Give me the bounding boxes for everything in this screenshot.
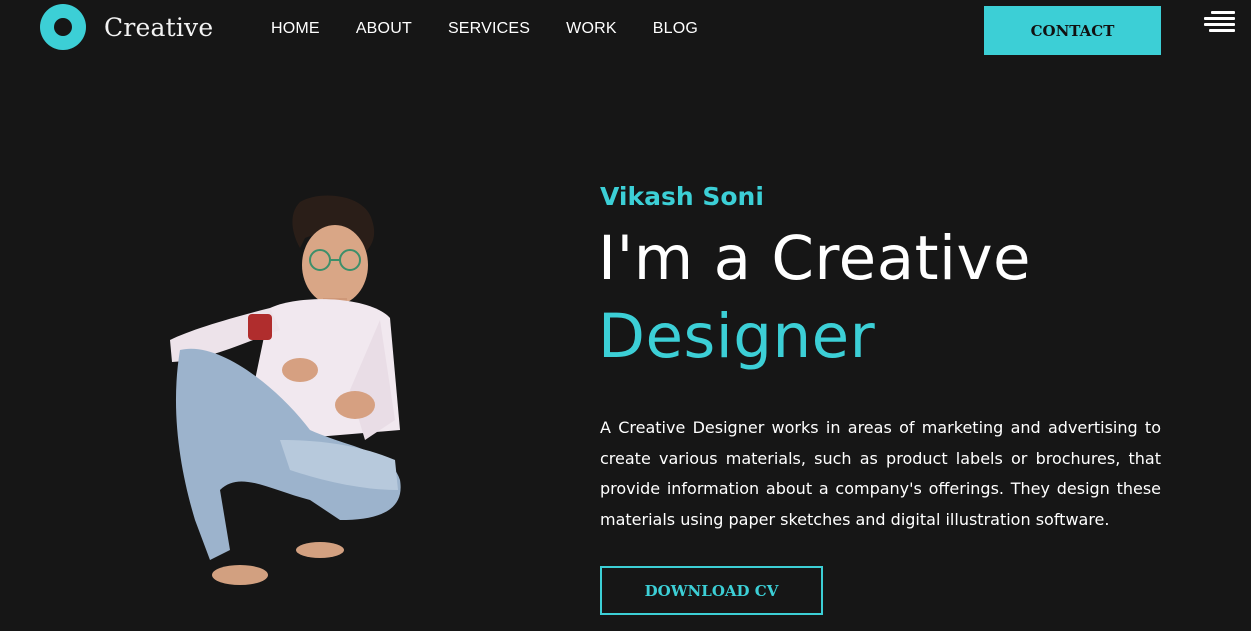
page: Creative HOME ABOUT SERVICES WORK BLOG C… — [0, 0, 1251, 631]
hero-headline-line1: I'm a Creative — [598, 223, 1032, 294]
hero-headline-line2: Designer — [598, 301, 876, 372]
logo[interactable]: Creative — [40, 4, 213, 50]
download-cv-button[interactable]: DOWNLOAD CV — [600, 566, 823, 615]
main-nav: HOME ABOUT SERVICES WORK BLOG — [271, 20, 698, 38]
nav-work[interactable]: WORK — [566, 20, 617, 38]
logo-text: Creative — [104, 12, 214, 42]
hero-description: A Creative Designer works in areas of ma… — [600, 418, 1161, 529]
nav-home[interactable]: HOME — [271, 20, 320, 38]
nav-about[interactable]: ABOUT — [356, 20, 412, 38]
hamburger-menu-icon[interactable] — [1204, 11, 1235, 35]
hero-name: Vikash Soni — [600, 182, 764, 211]
person-crouching-portrait — [170, 195, 401, 585]
nav-blog[interactable]: BLOG — [653, 20, 698, 38]
nav-services[interactable]: SERVICES — [448, 20, 530, 38]
contact-button[interactable]: CONTACT — [984, 6, 1161, 55]
ring-logo-icon — [40, 4, 86, 50]
